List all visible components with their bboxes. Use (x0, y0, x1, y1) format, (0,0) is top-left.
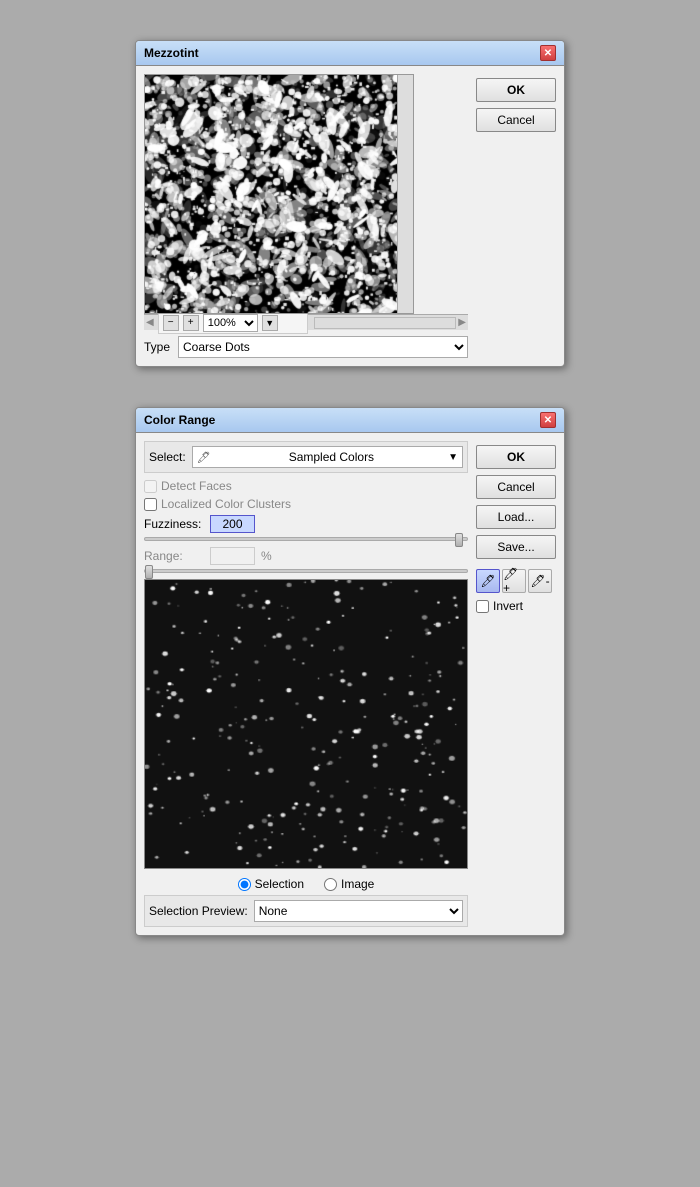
mezzotint-dialog: Mezzotint ✕ ◀ − + 100% 50% 200% (135, 40, 565, 367)
zoom-bar: − + 100% 50% 200% ▼ (158, 312, 308, 334)
selection-radio[interactable] (238, 878, 251, 891)
range-slider-thumb[interactable] (145, 565, 153, 579)
select-dropdown[interactable]: 🖊 Sampled Colors ▼ (192, 446, 463, 468)
fuzziness-input[interactable] (210, 515, 255, 533)
eyedropper-sample-button[interactable]: 🖊 (476, 569, 500, 593)
color-range-content: Select: 🖊 Sampled Colors ▼ Detect Faces … (136, 433, 564, 935)
range-pct: % (261, 549, 272, 563)
localized-label: Localized Color Clusters (161, 497, 291, 511)
zoom-minus-button[interactable]: − (163, 315, 179, 331)
eyedropper-subtract-button[interactable]: 🖊- (528, 569, 552, 593)
color-range-dialog: Color Range ✕ Select: 🖊 Sampled Colors ▼… (135, 407, 565, 936)
select-row: Select: 🖊 Sampled Colors ▼ (144, 441, 468, 473)
select-value: Sampled Colors (289, 450, 374, 464)
mezzotint-vscrollbar[interactable] (397, 75, 413, 313)
eyedropper-add-button[interactable]: 🖊+ (502, 569, 526, 593)
color-range-close-button[interactable]: ✕ (540, 412, 556, 428)
image-label: Image (341, 877, 374, 891)
range-row: Range: % (144, 547, 468, 565)
color-range-canvas (145, 580, 467, 868)
scroll-left-arrow[interactable]: ◀ (146, 317, 154, 328)
mezzotint-hscrollbar-container: ◀ − + 100% 50% 200% ▼ ▶ (144, 314, 468, 330)
color-range-preview-container (144, 579, 468, 869)
color-range-titlebar: Color Range ✕ (136, 408, 564, 433)
zoom-plus-button[interactable]: + (183, 315, 199, 331)
image-radio[interactable] (324, 878, 337, 891)
color-range-left-panel: Select: 🖊 Sampled Colors ▼ Detect Faces … (144, 441, 468, 927)
fuzziness-row: Fuzziness: (144, 515, 468, 533)
localized-checkbox[interactable] (144, 498, 157, 511)
zoom-select[interactable]: 100% 50% 200% (203, 314, 258, 332)
mezzotint-canvas (145, 75, 400, 314)
mezzotint-titlebar: Mezzotint ✕ (136, 41, 564, 66)
mezzotint-ok-button[interactable]: OK (476, 78, 556, 102)
selection-radio-label[interactable]: Selection (238, 877, 304, 891)
detect-faces-label: Detect Faces (161, 479, 232, 493)
invert-checkbox[interactable] (476, 600, 489, 613)
zoom-dropdown-button[interactable]: ▼ (262, 315, 278, 331)
mezzotint-content: ◀ − + 100% 50% 200% ▼ ▶ Type Fine Do (136, 66, 564, 366)
selection-preview-label: Selection Preview: (149, 904, 248, 918)
color-range-title: Color Range (144, 413, 215, 427)
color-range-right-panel: OK Cancel Load... Save... 🖊 🖊+ 🖊- Invert (476, 441, 556, 927)
type-label: Type (144, 340, 170, 354)
mezzotint-buttons: OK Cancel (476, 74, 556, 358)
mezzotint-preview-area: ◀ − + 100% 50% 200% ▼ ▶ Type Fine Do (144, 74, 468, 358)
range-label: Range: (144, 549, 204, 563)
select-arrow: ▼ (448, 452, 458, 463)
range-input[interactable] (210, 547, 255, 565)
range-slider-track[interactable] (144, 569, 468, 573)
type-select[interactable]: Fine Dots Medium Dots Grainy Dots Coarse… (178, 336, 468, 358)
fuzziness-slider-thumb[interactable] (455, 533, 463, 547)
type-row: Type Fine Dots Medium Dots Grainy Dots C… (144, 336, 468, 358)
hscroll-track[interactable] (314, 317, 456, 329)
color-range-save-button[interactable]: Save... (476, 535, 556, 559)
eyedropper-icon-small: 🖊 (197, 451, 211, 464)
scroll-right-arrow[interactable]: ▶ (458, 317, 466, 328)
image-radio-label[interactable]: Image (324, 877, 374, 891)
mezzotint-preview-container (144, 74, 414, 314)
fuzziness-slider-track[interactable] (144, 537, 468, 541)
mezzotint-title: Mezzotint (144, 46, 199, 60)
radio-row: Selection Image (144, 877, 468, 891)
invert-row: Invert (476, 599, 556, 613)
invert-label: Invert (493, 599, 523, 613)
color-range-cancel-button[interactable]: Cancel (476, 475, 556, 499)
localized-row: Localized Color Clusters (144, 497, 468, 511)
fuzziness-slider-container (144, 537, 468, 541)
detect-faces-row: Detect Faces (144, 479, 468, 493)
selection-label: Selection (255, 877, 304, 891)
mezzotint-close-button[interactable]: ✕ (540, 45, 556, 61)
select-label: Select: (149, 450, 186, 464)
color-range-ok-button[interactable]: OK (476, 445, 556, 469)
detect-faces-checkbox[interactable] (144, 480, 157, 493)
mezzotint-cancel-button[interactable]: Cancel (476, 108, 556, 132)
color-range-load-button[interactable]: Load... (476, 505, 556, 529)
selection-preview-row: Selection Preview: None Grayscale Black … (144, 895, 468, 927)
selection-preview-select[interactable]: None Grayscale Black Matte White Matte Q… (254, 900, 463, 922)
eyedropper-tools: 🖊 🖊+ 🖊- (476, 569, 556, 593)
fuzziness-label: Fuzziness: (144, 517, 204, 531)
range-slider-container (144, 569, 468, 573)
